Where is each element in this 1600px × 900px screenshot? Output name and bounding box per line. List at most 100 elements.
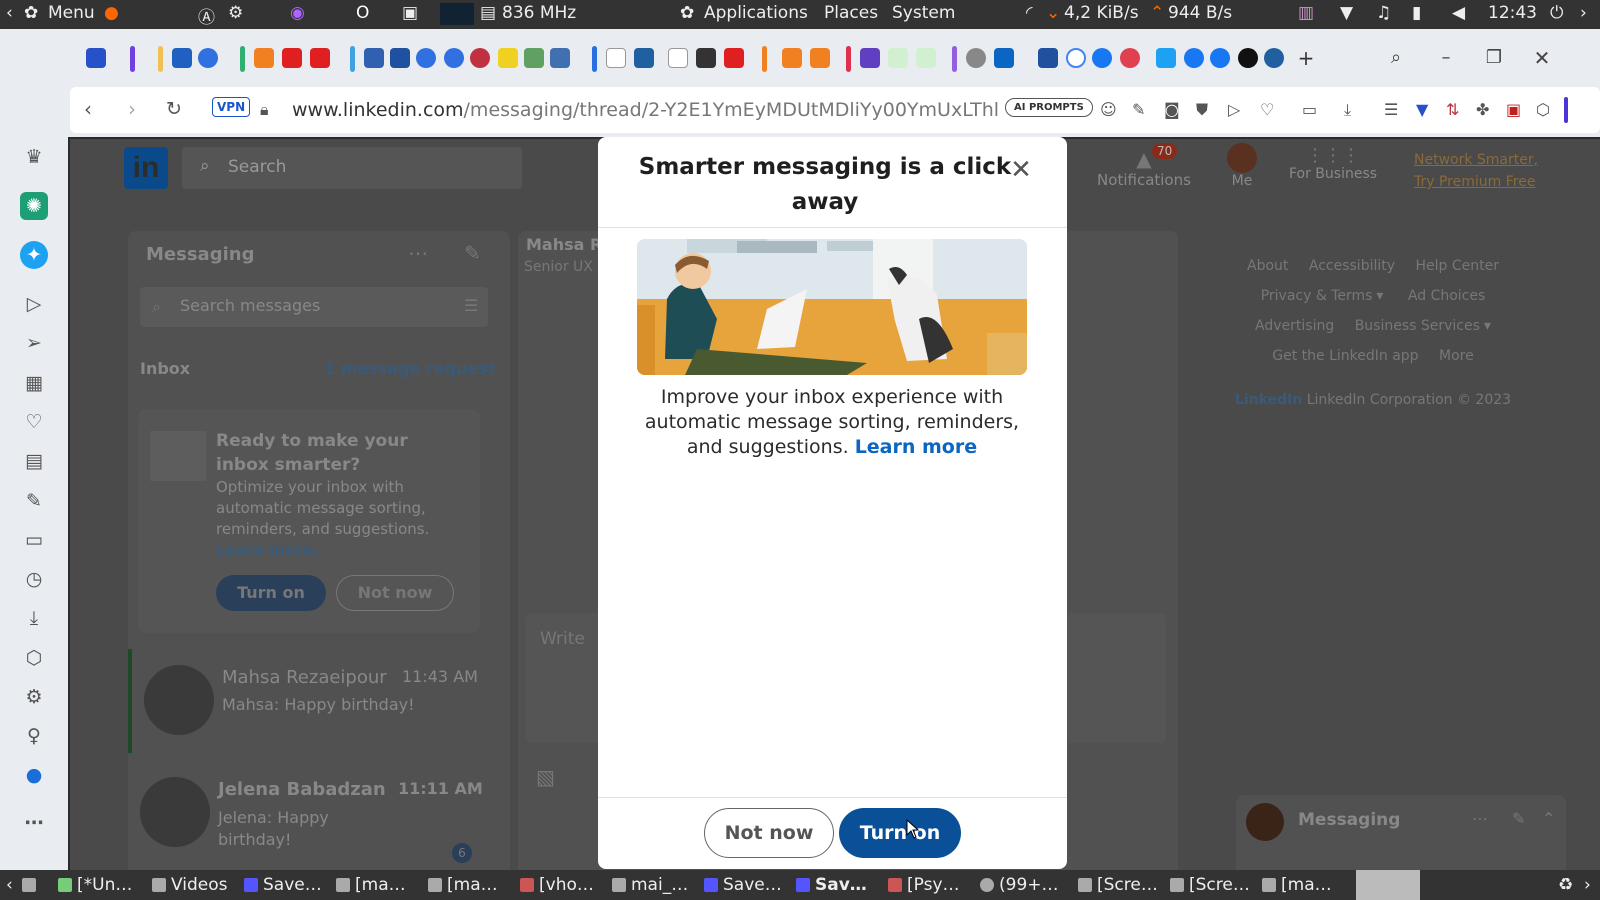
linkedin-logo[interactable]: in xyxy=(124,147,168,189)
new-tab-button[interactable]: + xyxy=(1296,48,1316,68)
system-menu[interactable]: System xyxy=(892,3,955,23)
bookmark-heart-icon[interactable]: ♡ xyxy=(1260,100,1274,119)
shield-icon[interactable]: ⛊ xyxy=(1196,100,1208,120)
settings-icon[interactable]: ⚙ xyxy=(20,683,48,711)
history-icon[interactable]: ◷ xyxy=(20,565,48,593)
conversation-item[interactable]: Mahsa Rezaeipour 11:43 AM Mahsa: Happy b… xyxy=(128,649,510,753)
messaging-widget[interactable]: Messaging ⋯ ✎ ⌃ xyxy=(1236,795,1566,870)
youtube-tab-icon[interactable] xyxy=(310,48,330,68)
clock[interactable]: 12:43 xyxy=(1488,3,1537,23)
pinboard-icon[interactable]: ✎ xyxy=(20,487,48,515)
taskbar-item[interactable]: [*Un… xyxy=(58,875,132,895)
tab-icon[interactable] xyxy=(888,48,908,68)
menu-button[interactable]: Menu xyxy=(48,3,95,23)
extension-icon[interactable]: ▼ xyxy=(1416,100,1428,119)
puzzle-icon[interactable]: ✤ xyxy=(1476,100,1489,119)
tab-search-icon[interactable]: ⌕ xyxy=(1386,48,1406,68)
footer-link[interactable]: Privacy & Terms xyxy=(1261,288,1373,304)
news-icon[interactable]: ▤ xyxy=(20,447,48,475)
tab-icon[interactable] xyxy=(1238,48,1258,68)
footer-link[interactable]: Accessibility xyxy=(1309,258,1395,274)
power-icon[interactable]: ⏻ xyxy=(1550,3,1563,23)
facebook-tab-icon[interactable] xyxy=(1092,48,1112,68)
menu-logo-icon[interactable]: ✿ xyxy=(24,3,38,23)
for-business-nav[interactable]: ⋮⋮⋮ For Business xyxy=(1278,145,1388,182)
tab-icon[interactable] xyxy=(550,48,570,68)
chatgpt-icon[interactable]: ✺ xyxy=(20,192,48,220)
twitter-tab-icon[interactable] xyxy=(1156,48,1176,68)
chevron-left-icon[interactable]: ‹ xyxy=(6,3,13,23)
facebook-tab-icon[interactable] xyxy=(1184,48,1204,68)
volume-icon[interactable]: ◀ xyxy=(1452,3,1465,23)
emoji-icon[interactable]: ☺ xyxy=(1100,100,1117,119)
facebook-tab-icon[interactable] xyxy=(1210,48,1230,68)
premium-link[interactable]: Network Smarter, Try Premium Free xyxy=(1414,149,1554,193)
tab-icon[interactable] xyxy=(254,48,274,68)
chevron-left-icon[interactable]: ‹ xyxy=(6,875,13,895)
compose-icon[interactable]: ✎ xyxy=(464,241,481,265)
battery-icon[interactable]: ▮ xyxy=(1412,3,1421,23)
metamask-tab-icon[interactable] xyxy=(782,48,802,68)
vpn-badge[interactable]: VPN xyxy=(212,97,251,117)
tab-icon[interactable] xyxy=(198,48,218,68)
wikipedia-tab-icon[interactable] xyxy=(606,48,626,68)
footer-link[interactable]: Help Center xyxy=(1415,258,1499,274)
send-icon[interactable]: ➢ xyxy=(20,329,48,357)
crown-icon[interactable]: ♛ xyxy=(20,143,48,171)
linkedin-tab-icon[interactable] xyxy=(994,48,1014,68)
tab-icon[interactable] xyxy=(916,48,936,68)
more-options-icon[interactable]: ⋯ xyxy=(1472,809,1488,828)
promo-turn-on-button[interactable]: Turn on xyxy=(216,575,326,611)
tab-icon[interactable] xyxy=(172,48,192,68)
chevron-right-icon[interactable]: › xyxy=(1580,3,1587,23)
global-search[interactable]: ⌕ Search xyxy=(182,147,522,189)
trash-icon[interactable]: ♻ xyxy=(1558,875,1573,895)
notifications-nav[interactable]: ▲ 70 Notifications xyxy=(1096,143,1192,191)
tab-icon[interactable] xyxy=(390,48,410,68)
tab-icon[interactable] xyxy=(444,48,464,68)
message-request-link[interactable]: 1 message request xyxy=(324,359,496,378)
taskbar-item[interactable]: [ma… xyxy=(336,875,406,895)
more-options-icon[interactable]: ⋯ xyxy=(20,809,48,837)
chevron-up-icon[interactable]: ⌃ xyxy=(1542,809,1555,828)
turn-on-button[interactable]: Turn on xyxy=(839,808,961,858)
not-now-button[interactable]: Not now xyxy=(704,808,834,858)
tab-icon[interactable] xyxy=(668,48,688,68)
tab-icon[interactable] xyxy=(416,48,436,68)
taskbar-item[interactable]: Videos xyxy=(152,875,228,895)
footer-link[interactable]: Get the LinkedIn app xyxy=(1272,348,1418,364)
tab-icon[interactable] xyxy=(1038,48,1058,68)
tab-icon[interactable] xyxy=(1120,48,1140,68)
camera-icon[interactable]: ◙ xyxy=(1164,100,1180,119)
tab-icon[interactable] xyxy=(86,48,106,68)
google-tab-icon[interactable] xyxy=(1066,48,1086,68)
footer-link[interactable]: More xyxy=(1439,348,1474,364)
reload-icon[interactable]: ↻ xyxy=(166,98,182,120)
footer-link[interactable]: About xyxy=(1247,258,1288,274)
chat-bubble-icon[interactable]: ● xyxy=(20,761,48,789)
podcast-icon[interactable]: ◉ xyxy=(290,3,305,23)
tabs-icon[interactable]: ▭ xyxy=(20,526,48,554)
easy-setup-icon[interactable]: ☰ xyxy=(1384,100,1398,119)
player-icon[interactable]: ▷ xyxy=(20,290,48,318)
firefox-icon[interactable]: ● xyxy=(104,3,119,23)
chevron-right-icon[interactable]: › xyxy=(1584,875,1591,895)
learn-more-link[interactable]: Learn more xyxy=(855,436,977,458)
taskbar-item[interactable]: mai_… xyxy=(612,875,688,895)
settings-app-icon[interactable]: ⚙ xyxy=(228,3,243,23)
back-icon[interactable]: ‹ xyxy=(84,97,92,121)
promo-not-now-button[interactable]: Not now xyxy=(336,575,454,611)
terminal-icon[interactable]: ▣ xyxy=(402,3,418,23)
taskbar-item[interactable]: [ma… xyxy=(1262,875,1332,895)
image-icon[interactable]: ▧ xyxy=(536,765,555,789)
taskbar-item[interactable]: [Psy… xyxy=(888,875,960,895)
youtube-tab-icon[interactable] xyxy=(724,48,744,68)
extension-icon[interactable]: ⇅ xyxy=(1446,100,1459,119)
tab-icon[interactable] xyxy=(498,48,518,68)
tab-icon[interactable] xyxy=(470,48,490,68)
close-icon[interactable]: ✕ xyxy=(1008,157,1034,183)
wifi-signal-icon[interactable]: ▼ xyxy=(1340,3,1353,23)
opera-icon[interactable]: O xyxy=(356,3,369,23)
taskbar-item[interactable]: (99+… xyxy=(980,875,1059,895)
ai-prompts-button[interactable]: AI PROMPTS xyxy=(1005,98,1093,117)
